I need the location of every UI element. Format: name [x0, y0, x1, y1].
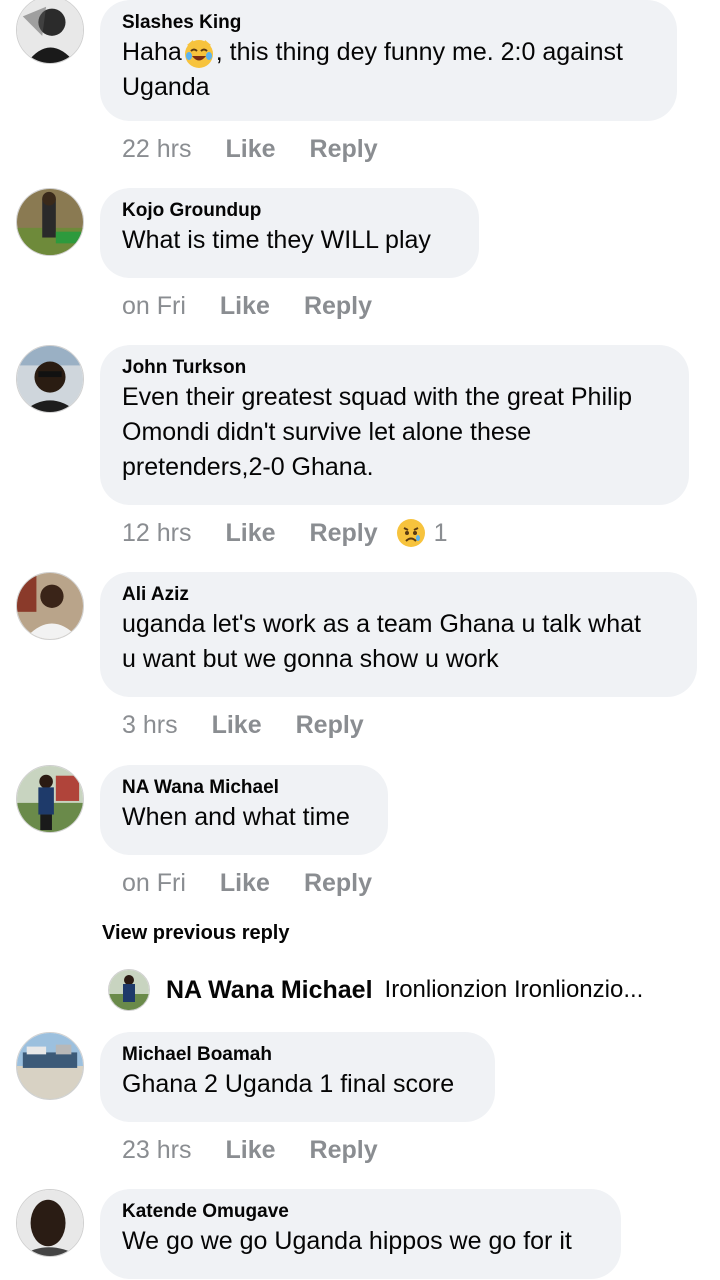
view-previous-reply-link[interactable]: View previous reply — [102, 922, 290, 945]
comment-bubble: Kojo Groundup What is time they WILL pla… — [100, 188, 479, 278]
comment-bubble: Michael Boamah Ghana 2 Uganda 1 final sc… — [100, 1032, 495, 1122]
reply-button[interactable]: Reply — [304, 866, 372, 900]
like-button[interactable]: Like — [225, 132, 275, 166]
avatar[interactable] — [16, 1032, 84, 1100]
like-button[interactable]: Like — [212, 708, 262, 742]
reaction-count: 1 — [433, 519, 448, 547]
comment-meta: 23 hrs Like Reply — [122, 1133, 412, 1167]
comment-meta: 22 hrs Like Reply — [122, 132, 412, 166]
reply-text: Ironlionzion Ironlionzio... — [384, 976, 644, 1003]
avatar[interactable] — [16, 1189, 84, 1257]
comment-text-line: u want but we gonna show u work — [122, 645, 499, 673]
comment-time[interactable]: 23 hrs — [122, 1133, 191, 1167]
reply-button[interactable]: Reply — [310, 132, 378, 166]
comment-text: We go we go Uganda hippos we go for it — [122, 1227, 572, 1255]
avatar[interactable] — [16, 345, 84, 413]
comment-author[interactable]: NA Wana Michael — [122, 776, 366, 800]
comment-text: Ghana 2 Uganda 1 final score — [122, 1070, 455, 1098]
reply-button[interactable]: Reply — [304, 289, 372, 323]
avatar[interactable] — [16, 765, 84, 833]
reply-button[interactable]: Reply — [310, 516, 378, 550]
comment-text-line: Omondi didn't survive let alone these — [122, 418, 532, 446]
comment-text: When and what time — [122, 803, 350, 831]
comment-time[interactable]: 12 hrs — [122, 516, 191, 550]
comment-author[interactable]: John Turkson — [122, 356, 667, 380]
comment-text-line: Even their greatest squad with the great… — [122, 383, 633, 411]
reply-button[interactable]: Reply — [310, 1133, 378, 1167]
avatar — [108, 969, 150, 1011]
sad-reaction-icon — [396, 518, 426, 548]
comment-author[interactable]: Michael Boamah — [122, 1043, 473, 1067]
reply-button[interactable]: Reply — [296, 708, 364, 742]
like-button[interactable]: Like — [225, 1133, 275, 1167]
comment-thread: Slashes King Haha , this thing dey funny… — [0, 0, 720, 1280]
comment-author[interactable]: Slashes King — [122, 11, 655, 35]
comment-text-line: Uganda — [122, 73, 210, 101]
comment-time[interactable]: on Fri — [122, 866, 186, 900]
comment-meta: on Fri Like Reply — [122, 289, 406, 323]
comment-bubble: Ali Aziz uganda let's work as a team Gha… — [100, 572, 697, 697]
comment-time[interactable]: 3 hrs — [122, 708, 178, 742]
comment-author[interactable]: Katende Omugave — [122, 1200, 599, 1224]
comment-time[interactable]: on Fri — [122, 289, 186, 323]
comment-text-line: uganda let's work as a team Ghana u talk… — [122, 610, 641, 638]
avatar[interactable] — [16, 188, 84, 256]
comment-text: What is time they WILL play — [122, 226, 431, 254]
comment-text-part: , this thing dey funny me. 2:0 against — [215, 38, 623, 66]
like-button[interactable]: Like — [225, 516, 275, 550]
comment-time[interactable]: 22 hrs — [122, 132, 191, 166]
comment-author[interactable]: Ali Aziz — [122, 583, 675, 607]
comment-bubble: Katende Omugave We go we go Uganda hippo… — [100, 1189, 621, 1279]
comment-bubble: John Turkson Even their greatest squad w… — [100, 345, 689, 505]
grinning-cat-with-tears-icon — [183, 37, 215, 69]
comment-bubble: NA Wana Michael When and what time — [100, 765, 388, 855]
comment-meta: 3 hrs Like Reply — [122, 708, 398, 742]
reply-preview[interactable]: NA Wana Michael Ironlionzion Ironlionzio… — [108, 968, 708, 1012]
avatar[interactable] — [16, 572, 84, 640]
comment-text: Haha , this thing dey funny me. 2:0 agai… — [122, 35, 655, 70]
like-button[interactable]: Like — [220, 866, 270, 900]
like-button[interactable]: Like — [220, 289, 270, 323]
comment-text-part: Haha — [122, 38, 182, 66]
comment-meta: on Fri Like Reply — [122, 866, 406, 900]
comment-text-line: pretenders,2-0 Ghana. — [122, 453, 374, 481]
avatar[interactable] — [16, 0, 84, 64]
reaction-summary[interactable]: 1 — [396, 516, 448, 550]
comment-meta: 12 hrs Like Reply 1 — [122, 516, 448, 550]
comment-bubble: Slashes King Haha , this thing dey funny… — [100, 0, 677, 121]
comment-author[interactable]: Kojo Groundup — [122, 199, 457, 223]
reply-author: NA Wana Michael — [166, 975, 373, 1004]
